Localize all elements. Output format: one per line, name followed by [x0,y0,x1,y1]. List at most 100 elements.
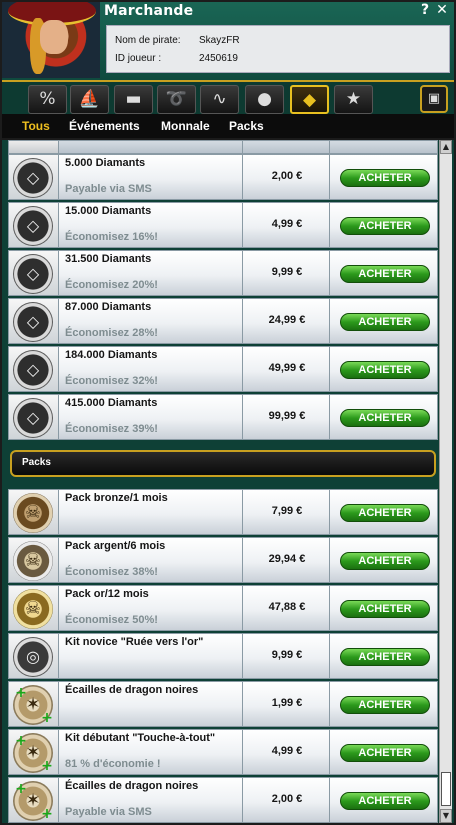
scroll-up-icon[interactable]: ▲ [440,140,452,154]
list-item-partial [8,140,438,154]
tab-ship[interactable]: ⛵ [70,85,109,114]
item-icon-box: ◇ [9,299,59,343]
shop-row: ☠ Pack argent/6 mois Économisez 38%! 29,94 … [8,537,438,583]
player-id-label: ID joueur : [115,53,162,64]
rope-icon: ➰ [165,89,188,109]
scroll-down-icon[interactable]: ▼ [440,809,452,823]
buy-button[interactable]: ACHETER [340,696,430,714]
item-icon-box: ☠ [9,586,59,630]
plus-icon: + [41,806,53,822]
buy-button[interactable]: ACHETER [340,265,430,283]
item-price: 29,94 € [268,553,306,565]
item-subtitle: Économisez 32%! [65,375,158,387]
item-name: 31.500 Diamants [65,253,152,265]
buy-button[interactable]: ACHETER [340,600,430,618]
item-icon-box: ✶ + + [9,730,59,774]
scroll-thumb[interactable] [441,772,451,806]
item-price: 99,99 € [268,410,306,422]
price-cell: 29,94 € [242,538,330,582]
price-cell: 9,99 € [242,251,330,295]
map-button[interactable]: ▣ [420,85,448,113]
price-cell: 7,99 € [242,490,330,534]
item-name: Pack argent/6 mois [65,540,166,552]
buy-button[interactable]: ACHETER [340,744,430,762]
shop-row: ☠ Pack or/12 mois Économisez 50%! 47,88 € AC… [8,585,438,631]
item-subtitle: Payable via SMS [65,806,152,818]
item-name: Pack bronze/1 mois [65,492,168,504]
item-subtitle: Économisez 50%! [65,614,158,626]
subtab-0[interactable]: Tous [22,119,50,133]
price-cell: 2,00 € [242,778,330,822]
item-name: 5.000 Diamants [65,157,146,169]
buy-button[interactable]: ACHETER [340,361,430,379]
buy-button[interactable]: ACHETER [340,217,430,235]
shop-row: ◇ 31.500 Diamants Économisez 20%! 9,99 € ACH… [8,250,438,296]
price-cell: 9,99 € [242,634,330,678]
shop-row: ◎ Kit novice "Ruée vers l'or" 9,99 € ACHETE… [8,633,438,679]
tab-bomb[interactable]: ● [245,85,284,114]
item-price: 24,99 € [268,314,306,326]
buy-button[interactable]: ACHETER [340,409,430,427]
item-icon-box: ☠ [9,490,59,534]
item-name: Kit débutant "Touche-à-tout" [65,732,216,744]
item-name: 15.000 Diamants [65,205,152,217]
item-icon-box: ◇ [9,251,59,295]
tab-percent[interactable]: % [28,85,67,114]
shop-row: ◇ 5.000 Diamants Payable via SMS 2,00 € ACHE… [8,154,438,200]
merchant-window: Marchande ? ✕ Nom de pirate: SkayzFR ID … [0,0,456,825]
subtab-3[interactable]: Packs [229,119,264,133]
item-icon-box: ◇ [9,155,59,199]
item-subtitle: Économisez 20%! [65,279,158,291]
item-price: 2,00 € [271,793,303,805]
item-icon-box: ◇ [9,395,59,439]
merchant-portrait [2,2,100,78]
shop-row: ◇ 415.000 Diamants Économisez 39%! 99,99 € A… [8,394,438,440]
item-price: 2,00 € [271,170,303,182]
price-cell: 47,88 € [242,586,330,630]
item-price: 47,88 € [268,601,306,613]
player-name-value: SkayzFR [199,35,240,46]
buy-button[interactable]: ACHETER [340,504,430,522]
section-header-label: Packs [22,457,51,468]
category-tabs: % ⛵ ▬ ➰ ∿ ● ◆ ★ ▣ [2,80,454,114]
shop-list: ◇ 5.000 Diamants Payable via SMS 2,00 € ACHE… [6,140,438,823]
item-subtitle: Économisez 28%! [65,327,158,339]
buy-button[interactable]: ACHETER [340,648,430,666]
tab-star[interactable]: ★ [334,85,373,114]
plus-icon: + [41,710,53,726]
item-price: 4,99 € [271,745,303,757]
bomb-icon: ● [257,89,272,109]
tab-diamond[interactable]: ◆ [290,85,329,114]
item-name: Kit novice "Ruée vers l'or" [65,636,204,648]
section-header-packs: Packs [10,450,436,477]
price-cell: 1,99 € [242,682,330,726]
help-button[interactable]: ? [418,2,432,20]
subtab-2[interactable]: Monnale [161,119,210,133]
buy-button[interactable]: ACHETER [340,313,430,331]
plus-icon: + [41,758,53,774]
item-icon-box: ✶ + + [9,682,59,726]
sub-navigation: Tous Événements Monnale Packs [2,114,454,140]
item-name: 184.000 Diamants [65,349,158,361]
cannon-icon: ▬ [125,89,142,109]
kraken-icon: ∿ [212,89,227,109]
price-cell: 49,99 € [242,347,330,391]
tab-kraken[interactable]: ∿ [200,85,239,114]
buy-button[interactable]: ACHETER [340,169,430,187]
map-icon: ▣ [427,91,441,106]
buy-button[interactable]: ACHETER [340,792,430,810]
tab-cannon[interactable]: ▬ [114,85,153,114]
window-title: Marchande [104,3,194,19]
percent-icon: % [39,89,56,109]
tab-rope[interactable]: ➰ [157,85,196,114]
close-button[interactable]: ✕ [434,2,450,20]
buy-button[interactable]: ACHETER [340,552,430,570]
scrollbar[interactable]: ▲ ▼ [439,140,452,823]
subtab-1[interactable]: Événements [69,119,140,133]
shop-row: ◇ 87.000 Diamants Économisez 28%! 24,99 € AC… [8,298,438,344]
item-price: 4,99 € [271,218,303,230]
price-cell: 4,99 € [242,203,330,247]
item-price: 1,99 € [271,697,303,709]
ship-icon: ⛵ [78,89,101,109]
item-price: 49,99 € [268,362,306,374]
